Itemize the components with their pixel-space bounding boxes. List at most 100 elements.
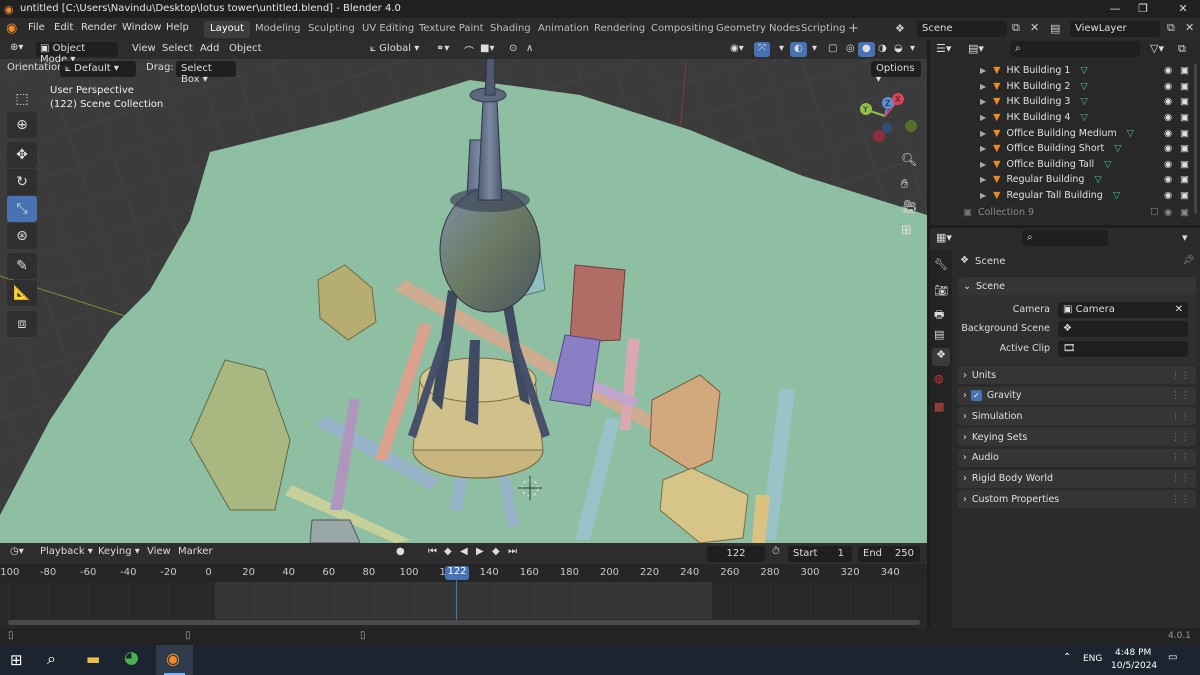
timeline-menu-keying[interactable]: Keying ▾ [94,545,144,560]
tab-geometry-nodes[interactable]: Geometry Nodes [710,21,806,38]
outliner-item[interactable]: ▶ ▼ HK Building 4 ▽ ◉ ▣ [930,110,1200,126]
drag-handle-icon[interactable]: ⋮⋮ [1171,473,1190,484]
object-mode-dropdown[interactable]: ▣ Object Mode ▾ [36,42,118,65]
outliner-item[interactable]: ▶ ▼ HK Building 2 ▽ ◉ ▣ [930,79,1200,95]
outliner-item[interactable]: ▶ ▼ Office Building Short ▽ ◉ ▣ [930,141,1200,157]
tool-tab-icon[interactable]: 🔧︎ [934,258,948,271]
tab-scripting[interactable]: Scripting [795,21,851,38]
blender-menu-icon[interactable]: ◉ [6,21,17,36]
timeline-menu-playback[interactable]: Playback ▾ [36,545,97,560]
eye-icon[interactable]: ◉ [1164,207,1172,218]
clear-camera-icon[interactable]: ✕ [1175,304,1183,315]
notification-icon[interactable]: ▭ [1168,652,1177,663]
navigation-gizmo[interactable]: Y Z X [855,88,925,148]
tab-compositing[interactable]: Compositing [645,21,720,38]
viewport-menu-object[interactable]: Object [225,42,266,57]
measure-tool[interactable]: 📐 [7,280,37,306]
tab-uv-editing[interactable]: UV Editing [356,21,420,38]
visibility-icon[interactable]: ◉▾ [726,42,748,57]
blender-taskbar-button[interactable]: ◉ [156,645,193,675]
rendered-shading-icon[interactable]: ◒ [890,42,907,57]
tray-chevron-up-icon[interactable]: ⌃ [1063,652,1071,663]
delete-scene-icon[interactable]: ✕ [1030,21,1039,34]
background-scene-field[interactable]: ❖ [1058,321,1188,337]
scale-tool[interactable]: ⤡ [7,196,37,222]
properties-section-gravity[interactable]: › ✓ Gravity ⋮⋮ [958,386,1196,405]
record-icon[interactable]: ● [392,545,409,560]
menu-edit[interactable]: Edit [54,22,73,33]
zoom-icon[interactable]: 🔍︎ [901,153,918,168]
eye-icon[interactable]: ◉ [1164,128,1172,139]
tab-animation[interactable]: Animation [532,21,595,38]
start-frame-field[interactable]: Start 1 [788,546,852,562]
move-tool[interactable]: ✥ [7,142,37,168]
camera-icon[interactable]: ▣ [1180,65,1189,76]
delete-viewlayer-icon[interactable]: ✕ [1185,21,1194,34]
overlay-toggle-icon[interactable]: ◐ [790,42,807,57]
properties-search-input[interactable]: ⌕ [1022,230,1108,246]
prev-keyframe-icon[interactable]: ◆ [440,545,456,560]
properties-section-audio[interactable]: › Audio ⋮⋮ [958,448,1196,467]
expand-arrow-icon[interactable]: ▶ [980,160,986,169]
outliner-item[interactable]: ▶ ▼ HK Building 1 ▽ ◉ ▣ [930,63,1200,79]
tab-rendering[interactable]: Rendering [588,21,651,38]
outliner-search-input[interactable]: ⌕ [1010,41,1140,57]
playhead-label[interactable]: 122 [445,566,469,580]
maximize-button[interactable]: ❐ [1126,0,1160,18]
windows-start-icon[interactable]: ⊞ [10,651,23,669]
proportional-edit-icon[interactable]: ⊙ [505,42,521,57]
select-box-tool[interactable]: ⬚ [7,86,37,112]
output-tab-icon[interactable]: 🖶︎ [934,306,944,325]
editor-type-icon[interactable]: ⊕▾ [6,41,27,56]
new-scene-icon[interactable]: ⧉ [1012,21,1020,35]
material-shading-icon[interactable]: ◑ [874,42,891,57]
camera-icon[interactable]: ▣ [1180,159,1189,170]
new-collection-icon[interactable]: ⧉ [1178,42,1186,56]
gizmo-toggle-icon[interactable]: ⤧ [754,42,770,57]
transform-orientation-dropdown[interactable]: ⟀ Global ▾ [366,42,423,57]
camera-icon[interactable]: ▣ [1180,96,1189,107]
scene-panel-header[interactable]: ⌄ Scene [958,277,1196,295]
outliner-item[interactable]: ▶ ▼ Regular Building ▽ ◉ ▣ [930,172,1200,188]
camera-icon[interactable]: ▣ [1180,112,1189,123]
jump-end-icon[interactable]: ⏭ [504,545,521,560]
expand-arrow-icon[interactable]: ▶ [980,144,986,153]
tab-sculpting[interactable]: Sculpting [302,21,361,38]
menu-render[interactable]: Render [81,22,117,33]
properties-section-keying-sets[interactable]: › Keying Sets ⋮⋮ [958,428,1196,447]
end-frame-field[interactable]: End 250 [858,546,920,562]
snap-target-icon[interactable]: ■▾ [476,42,498,57]
annotate-tool[interactable]: ✎ [7,253,37,279]
eye-icon[interactable]: ◉ [1164,174,1172,185]
play-reverse-icon[interactable]: ◀ [456,545,472,560]
play-icon[interactable]: ▶ [472,545,488,560]
xray-icon[interactable]: ▢ [824,42,841,57]
camera-icon[interactable]: ▣ [1180,207,1189,218]
grid-view-icon[interactable]: ⊞ [901,223,912,238]
clock-date[interactable]: 10/5/2024 [1111,661,1157,671]
camera-icon[interactable]: ▣ [1180,174,1189,185]
viewport-menu-view[interactable]: View [128,42,160,57]
properties-section-units[interactable]: › Units ⋮⋮ [958,366,1196,384]
scene-tab-icon[interactable]: ❖ [932,348,950,366]
expand-arrow-icon[interactable]: ▶ [980,82,986,91]
world-tab-icon[interactable]: ◍ [934,372,944,385]
gizmo-dropdown-icon[interactable]: ▾ [775,42,788,57]
file-explorer-icon[interactable]: ▬ [86,650,100,668]
drag-handle-icon[interactable]: ⋮⋮ [1171,370,1190,381]
drag-handle-icon[interactable]: ⋮⋮ [1171,452,1190,463]
menu-help[interactable]: Help [166,22,189,33]
properties-options-icon[interactable]: ▾ [1182,231,1188,244]
viewlayer-icon[interactable]: ▤ [1050,22,1060,35]
outliner-item[interactable]: ▶ ▼ Regular Tall Building ▽ ◉ ▣ [930,188,1200,204]
close-button[interactable]: ✕ [1166,0,1200,18]
camera-icon[interactable]: ▣ [1180,143,1189,154]
chrome-icon[interactable]: ◕ [124,648,139,668]
drag-handle-icon[interactable]: ⋮⋮ [1171,432,1190,443]
falloff-icon[interactable]: ∧ [522,42,537,57]
jump-start-icon[interactable]: ⏮ [424,545,441,560]
camera-field[interactable]: ▣ Camera ✕ [1058,302,1188,318]
tab-texture-paint[interactable]: Texture Paint [413,21,490,38]
properties-section-simulation[interactable]: › Simulation ⋮⋮ [958,407,1196,426]
outliner-item[interactable]: ▶ ▼ Office Building Tall ▽ ◉ ▣ [930,157,1200,173]
